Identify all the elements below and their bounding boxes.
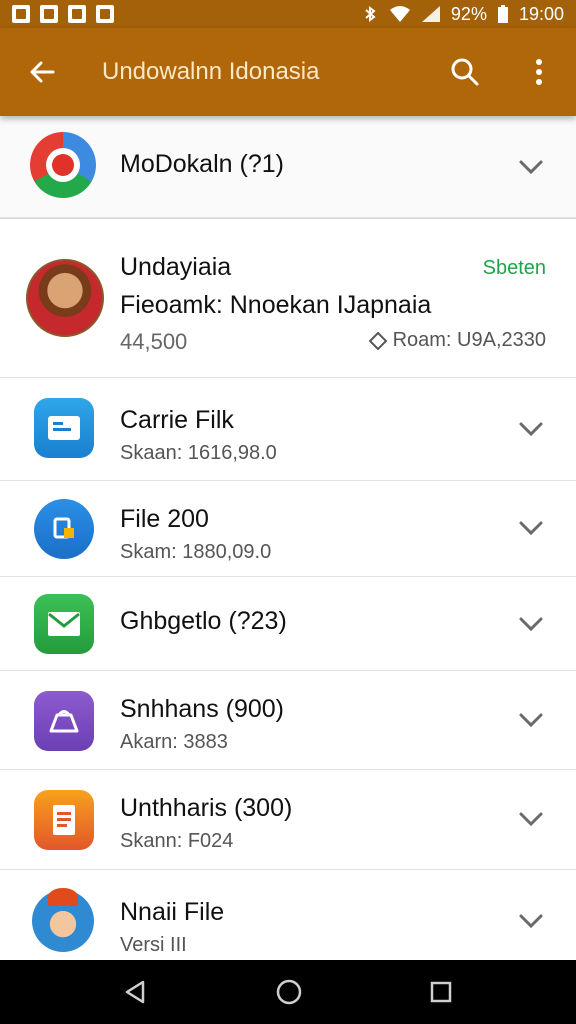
back-arrow-icon: [30, 61, 55, 83]
item-name: Carrie Filk: [120, 406, 234, 434]
chevron-down-icon[interactable]: [516, 513, 546, 543]
badge-icon: [368, 331, 387, 350]
file-share-icon: [34, 499, 94, 559]
chevron-down-icon[interactable]: [516, 705, 546, 735]
status-badge: Sbeten: [482, 257, 546, 279]
bluetooth-icon: [365, 6, 376, 22]
system-navigation-bar: [0, 960, 576, 1024]
mail-icon: [34, 594, 94, 654]
status-bar: 92% 19:00: [0, 0, 576, 28]
signal-icon: [421, 6, 440, 22]
item-detail: Skam: 1880,09.0: [120, 541, 272, 563]
battery-percent: 92%: [450, 3, 487, 24]
profile-count: 44,500: [120, 329, 188, 354]
notification-mail-icon: [68, 5, 86, 23]
list-item[interactable]: Unthharis (300) Skann: F024: [0, 770, 576, 870]
bag-icon: [34, 691, 94, 751]
list-item[interactable]: MoDokaln (?1): [0, 116, 576, 218]
chevron-down-icon[interactable]: [516, 152, 546, 182]
item-name: Unthharis (300): [120, 794, 293, 822]
clock: 19:00: [518, 3, 564, 24]
profile-rank-label: Roam: U9A,2330: [392, 329, 546, 351]
item-name: MoDokaln (?1): [120, 150, 284, 178]
item-name: Snhhans (900): [120, 695, 285, 723]
back-button[interactable]: [0, 28, 84, 116]
chevron-down-icon[interactable]: [516, 804, 546, 834]
nav-home-icon[interactable]: [275, 978, 303, 1006]
more-vert-icon: [536, 59, 542, 85]
item-name: Ghbgetlo (?23): [120, 607, 287, 635]
list-item[interactable]: Ghbgetlo (?23): [0, 577, 576, 671]
item-detail: Akarn: 3883: [120, 731, 228, 753]
chevron-down-icon[interactable]: [516, 906, 546, 936]
more-options-button[interactable]: [502, 28, 576, 116]
profile-card[interactable]: Undayiaia Sbeten Fieoamk: Nnoekan IJapna…: [0, 218, 576, 378]
wifi-icon: [389, 6, 410, 22]
character-avatar-icon: [32, 888, 94, 952]
notification-photo-icon: [12, 5, 30, 23]
item-detail: Skann: F024: [120, 830, 234, 852]
document-icon: [34, 790, 94, 850]
profile-name: Undayiaia: [120, 253, 232, 281]
chevron-down-icon[interactable]: [516, 609, 546, 639]
list-item[interactable]: Nnaii File Versi III: [0, 870, 576, 960]
list-item[interactable]: Snhhans (900) Akarn: 3883: [0, 671, 576, 770]
profile-title: Fieoamk: Nnoekan IJapnaia: [120, 291, 432, 319]
app-icon: [30, 132, 96, 198]
search-icon: [451, 58, 479, 86]
item-detail: Skaan: 1616,98.0: [120, 442, 277, 464]
page-title: Undowalnn Idonasia: [102, 58, 320, 85]
item-detail: Versi III: [120, 934, 187, 956]
nav-back-icon[interactable]: [123, 979, 149, 1005]
app-bar: Undowalnn Idonasia: [0, 28, 576, 116]
item-name: Nnaii File: [120, 898, 225, 926]
search-button[interactable]: [428, 28, 502, 116]
battery-icon: [497, 5, 508, 23]
avatar: [26, 259, 104, 337]
file-card-icon: [34, 398, 94, 458]
profile-rank: Roam: U9A,2330: [368, 329, 546, 352]
chevron-down-icon[interactable]: [516, 414, 546, 444]
nav-recents-icon[interactable]: [429, 980, 453, 1004]
list-item[interactable]: File 200 Skam: 1880,09.0: [0, 481, 576, 577]
download-list: MoDokaln (?1) Undayiaia Sbeten Fieoamk: …: [0, 116, 576, 960]
notification-file-icon: [96, 5, 114, 23]
notification-pause-icon: [40, 5, 58, 23]
item-name: File 200: [120, 505, 209, 533]
list-item[interactable]: Carrie Filk Skaan: 1616,98.0: [0, 378, 576, 481]
